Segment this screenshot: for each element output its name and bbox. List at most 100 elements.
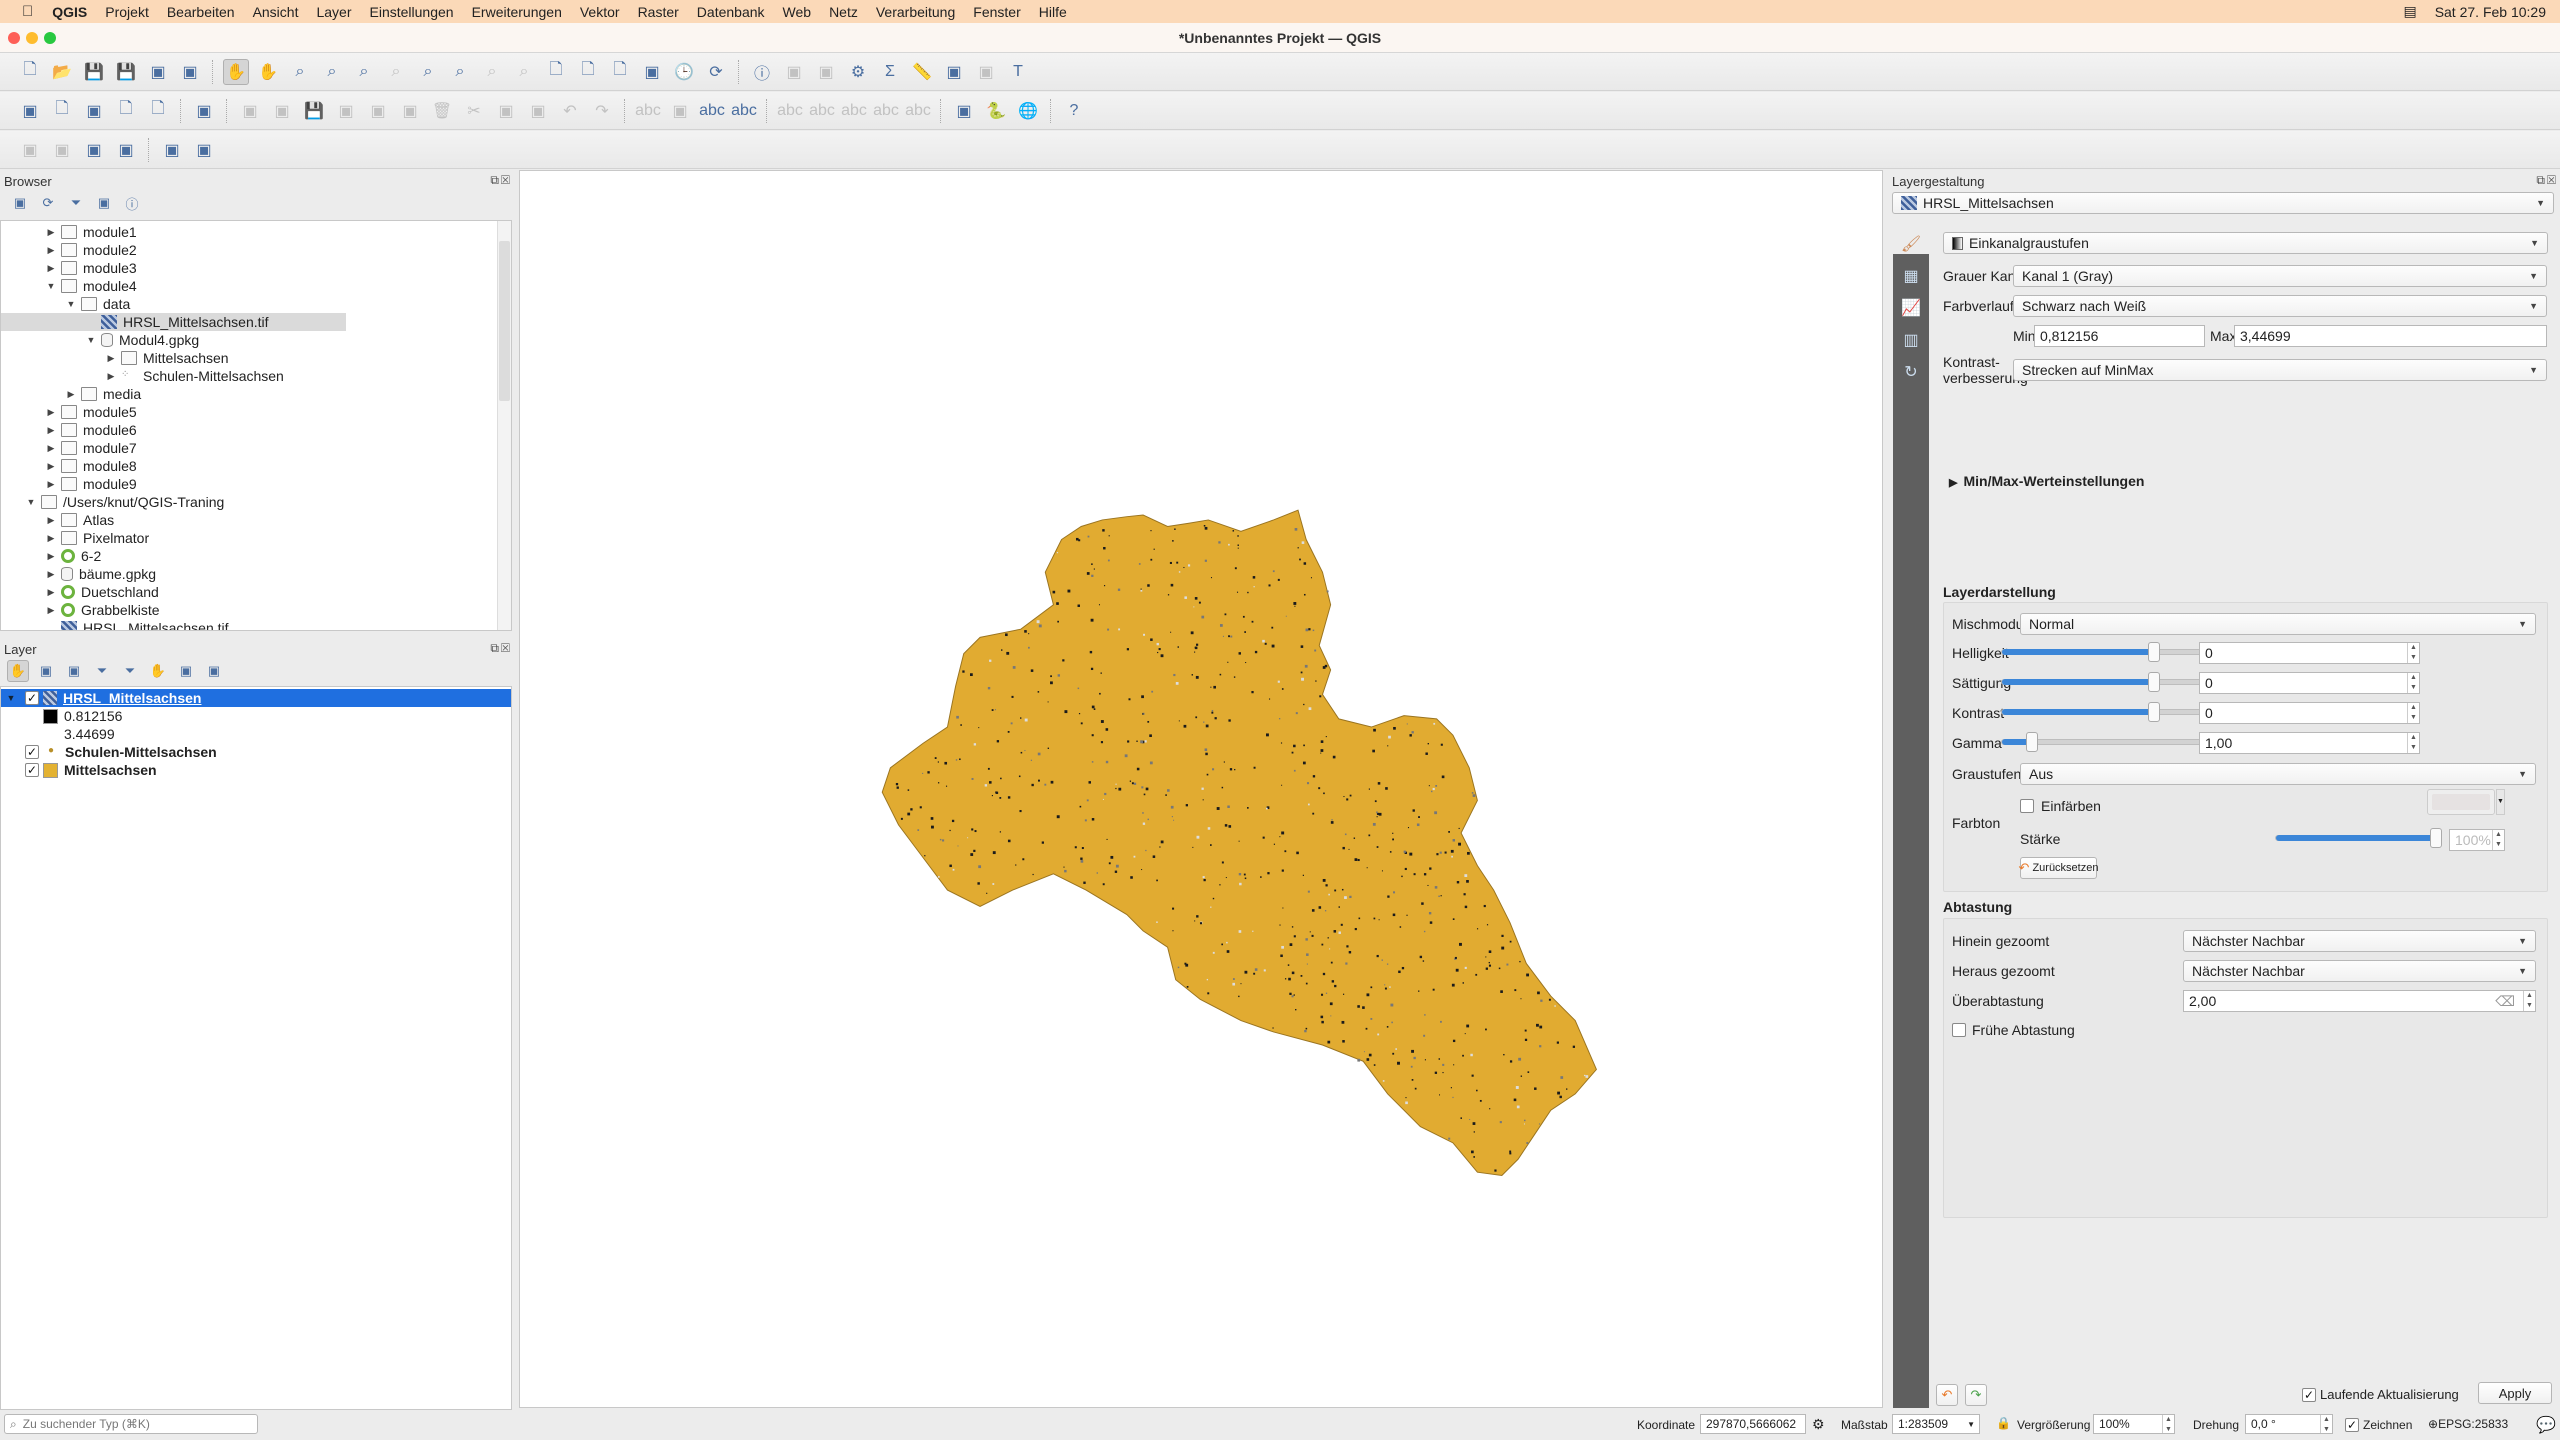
text-annotation-icon[interactable]: T <box>1005 59 1031 85</box>
globe-icon[interactable]: 🌐 <box>1015 98 1041 124</box>
style-manager-icon[interactable]: ▣ <box>177 59 203 85</box>
layer-visibility-checkbox[interactable]: ✓ <box>25 691 39 705</box>
delete-icon[interactable]: 🗑 <box>429 98 455 124</box>
layer-item[interactable]: ✓ Mittelsachsen <box>1 761 511 779</box>
digitize-icon[interactable]: ▣ <box>81 98 107 124</box>
browser-item[interactable]: ▶ module6 <box>1 421 511 439</box>
deselect-icon[interactable]: ▣ <box>49 137 75 163</box>
histogram-icon[interactable]: 📈 <box>1899 298 1923 322</box>
open-project-icon[interactable]: 📂 <box>49 59 75 85</box>
browser-item[interactable]: ▶ media <box>1 385 511 403</box>
edit-pencil-icon[interactable]: ▣ <box>269 98 295 124</box>
menu-hilfe[interactable]: Hilfe <box>1030 4 1076 20</box>
identify-icon[interactable]: ⓘ <box>749 59 775 85</box>
browser-item[interactable]: ▶ bäume.gpkg <box>1 565 511 583</box>
zoomed-in-select[interactable]: Nächster Nachbar ▼ <box>2183 930 2536 952</box>
label-change-icon[interactable]: abc <box>873 98 899 124</box>
menu-netz[interactable]: Netz <box>820 4 867 20</box>
new-project-icon[interactable]: 🗋 <box>17 59 43 85</box>
collapsed-arrow-icon[interactable]: ▶ <box>45 533 57 544</box>
gradient-select[interactable]: Schwarz nach Weiß ▼ <box>2013 295 2547 317</box>
slider-handle[interactable] <box>2026 732 2039 752</box>
label-rotate-icon[interactable]: abc <box>841 98 867 124</box>
slider-handle[interactable] <box>2148 672 2160 692</box>
new-temp-layer-icon[interactable]: 🗋 <box>145 98 171 124</box>
edit-toggle-icon[interactable]: ▣ <box>237 98 263 124</box>
grayscale-select[interactable]: Aus ▼ <box>2020 763 2536 785</box>
show-bookmarks-icon[interactable]: ▣ <box>639 59 665 85</box>
dock-buttons[interactable]: ⧉☒ <box>2536 173 2558 188</box>
colorize-checkbox[interactable] <box>2020 799 2034 813</box>
history-icon[interactable]: ↻ <box>1899 362 1923 386</box>
label-edit-icon[interactable]: abc <box>905 98 931 124</box>
crs-button[interactable]: ⊕EPSG:25833 <box>2428 1417 2508 1431</box>
field-calculator-icon[interactable]: ▣ <box>813 59 839 85</box>
filter-legend-icon[interactable]: ⏷ <box>91 660 113 682</box>
measure-icon[interactable]: 📏 <box>909 59 935 85</box>
browser-item[interactable]: HRSL_Mittelsachsen.tif <box>1 619 511 630</box>
style-panel-icon[interactable]: ✋ <box>7 660 29 682</box>
menu-fenster[interactable]: Fenster <box>964 4 1029 20</box>
zoom-next-icon[interactable]: ⌕ <box>511 59 537 85</box>
browser-item[interactable]: ▶ Atlas <box>1 511 511 529</box>
map-tips-icon[interactable]: ▣ <box>941 59 967 85</box>
collapsed-arrow-icon[interactable]: ▶ <box>45 407 57 418</box>
processing-toolbox-icon[interactable]: ⚙ <box>845 59 871 85</box>
menu-erweiterungen[interactable]: Erweiterungen <box>463 4 571 20</box>
collapsed-arrow-icon[interactable]: ▶ <box>45 551 57 562</box>
menu-raster[interactable]: Raster <box>629 4 688 20</box>
max-input[interactable]: 3,44699 <box>2234 325 2547 347</box>
expression-filter-icon[interactable]: ⏷ <box>119 660 141 682</box>
qgis-server-icon[interactable]: ▣ <box>951 98 977 124</box>
new-virtual-layer-icon[interactable]: 🗋 <box>113 98 139 124</box>
redo-icon[interactable]: ↷ <box>589 98 615 124</box>
browser-item[interactable]: ▶ module1 <box>1 223 511 241</box>
scale-select[interactable]: 1:283509 ▼ <box>1892 1414 1980 1434</box>
browser-search-icon[interactable]: ▣ <box>159 137 185 163</box>
browser-item[interactable]: ▶ module8 <box>1 457 511 475</box>
help-icon[interactable]: ? <box>1061 98 1087 124</box>
new-3d-map-icon[interactable]: 🗋 <box>575 59 601 85</box>
save-as-icon[interactable]: 💾 <box>113 59 139 85</box>
browser-item[interactable]: ▶ Grabbelkiste <box>1 601 511 619</box>
browser-tree[interactable]: ▶ module1 ▶ module2 ▶ module3 ▼ module4 ▼ data HRS… <box>0 220 512 631</box>
expanded-arrow-icon[interactable]: ▼ <box>1 693 21 703</box>
browser-item[interactable]: HRSL_Mittelsachsen.tif <box>1 313 346 331</box>
collapsed-arrow-icon[interactable]: ▶ <box>45 245 57 256</box>
collapsed-arrow-icon[interactable]: ▶ <box>105 353 117 364</box>
browser-item[interactable]: ▼ module4 <box>1 277 511 295</box>
browser-item[interactable]: ▶ Duetschland <box>1 583 511 601</box>
layer-select[interactable]: HRSL_Mittelsachsen ▼ <box>1892 192 2554 214</box>
collapsed-arrow-icon[interactable]: ▶ <box>45 443 57 454</box>
menu-datenbank[interactable]: Datenbank <box>688 4 774 20</box>
diagram-icon[interactable]: ▣ <box>667 98 693 124</box>
python-icon[interactable]: 🐍 <box>983 98 1009 124</box>
layer-item[interactable]: ✓ ● Schulen-Mittelsachsen <box>1 743 511 761</box>
strength-spinbox[interactable]: 100% ▲ ▼ <box>2449 829 2505 851</box>
browser-item[interactable]: ▶ module2 <box>1 241 511 259</box>
apple-menu-icon[interactable]:  <box>0 3 43 20</box>
new-bookmark-icon[interactable]: 🗋 <box>607 59 633 85</box>
refresh-icon[interactable]: ⟳ <box>703 59 729 85</box>
dock-buttons[interactable]: ⧉☒ <box>490 641 512 656</box>
control-center-icon[interactable]: ▤ <box>2394 3 2425 20</box>
browser-item[interactable]: ▶ Mittelsachsen <box>1 349 511 367</box>
collapsed-arrow-icon[interactable]: ▶ <box>45 479 57 490</box>
magnifier-spinbox[interactable]: 100% ▲ ▼ <box>2093 1414 2175 1434</box>
collapsed-arrow-icon[interactable]: ▶ <box>45 227 57 238</box>
slider-handle[interactable] <box>2148 702 2160 722</box>
layer-visibility-checkbox[interactable]: ✓ <box>25 745 39 759</box>
info-icon[interactable]: ⓘ <box>121 192 143 214</box>
vertex-tool-icon[interactable]: ▣ <box>191 98 217 124</box>
map-svg[interactable] <box>520 171 1882 1407</box>
data-source-manager-icon[interactable]: ▣ <box>17 98 43 124</box>
expanded-arrow-icon[interactable]: ▼ <box>25 497 37 507</box>
paste-icon[interactable]: ▣ <box>525 98 551 124</box>
menu-verarbeitung[interactable]: Verarbeitung <box>867 4 964 20</box>
browser-item[interactable]: ▶ module7 <box>1 439 511 457</box>
gray-band-select[interactable]: Kanal 1 (Gray) ▼ <box>2013 265 2547 287</box>
locator-icon[interactable]: ▣ <box>973 59 999 85</box>
new-map-view-icon[interactable]: 🗋 <box>543 59 569 85</box>
label-icon[interactable]: abc <box>635 98 661 124</box>
browser-item[interactable]: ▶ Pixelmator <box>1 529 511 547</box>
